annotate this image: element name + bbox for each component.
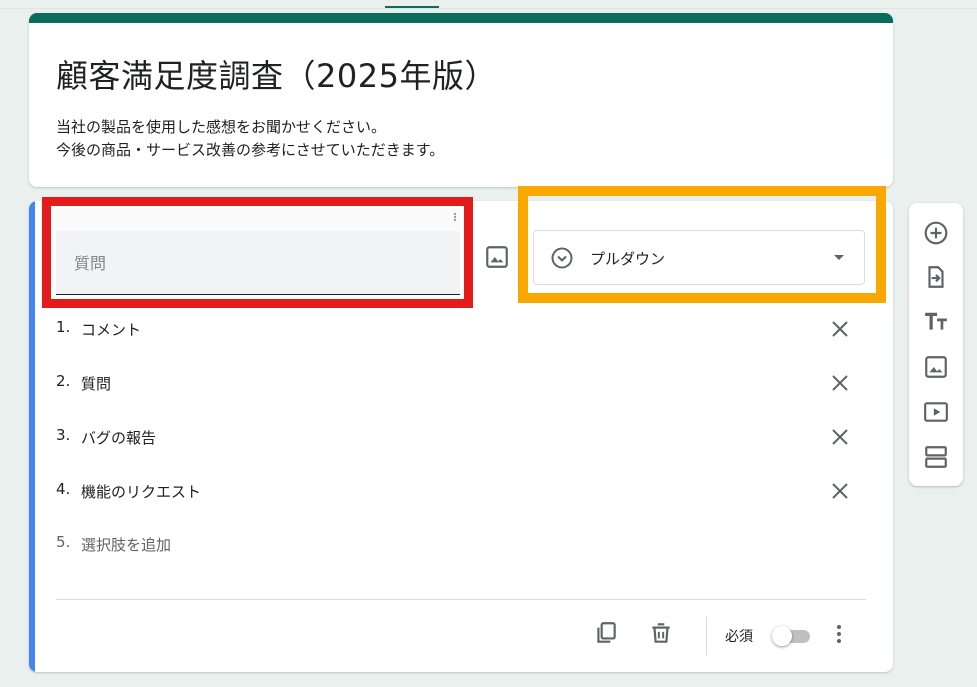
- option-text[interactable]: コメント: [81, 319, 141, 340]
- question-active-accent: [29, 201, 35, 672]
- footer-separator: [706, 617, 707, 655]
- trash-icon[interactable]: [648, 620, 674, 646]
- image-icon[interactable]: [923, 354, 949, 380]
- copy-icon[interactable]: [593, 620, 619, 646]
- option-row[interactable]: 3. バグの報告: [56, 422, 856, 452]
- option-text[interactable]: バグの報告: [81, 427, 156, 448]
- option-number: 4.: [56, 480, 71, 498]
- close-icon[interactable]: [828, 479, 852, 503]
- form-description[interactable]: 当社の製品を使用した感想をお聞かせください。 今後の商品・サービス改善の参考にさ…: [56, 116, 444, 162]
- required-label: 必須: [725, 629, 753, 645]
- import-icon[interactable]: [923, 264, 949, 290]
- option-number: 2.: [56, 372, 71, 390]
- form-description-line-2: 今後の商品・サービス改善の参考にさせていただきます。: [56, 141, 445, 159]
- close-icon[interactable]: [828, 371, 852, 395]
- video-icon[interactable]: [923, 399, 949, 425]
- side-toolbar: [909, 203, 963, 486]
- highlight-box-red: [42, 197, 473, 308]
- add-option-row[interactable]: 5. 選択肢を追加: [56, 529, 856, 559]
- footer-divider: [56, 599, 866, 600]
- top-tab-indicator: [385, 0, 439, 8]
- section-icon[interactable]: [923, 444, 949, 470]
- more-vert-icon[interactable]: [831, 622, 847, 646]
- close-icon[interactable]: [828, 317, 852, 341]
- title-icon[interactable]: [923, 309, 949, 335]
- option-number: 3.: [56, 426, 71, 444]
- toggle-thumb: [772, 626, 792, 646]
- form-description-line-1: 当社の製品を使用した感想をお聞かせください。: [56, 118, 387, 136]
- image-icon[interactable]: [484, 244, 510, 270]
- option-number: 5.: [56, 533, 71, 551]
- option-row[interactable]: 1. コメント: [56, 314, 856, 344]
- form-header-card: 顧客満足度調査（2025年版） 当社の製品を使用した感想をお聞かせください。 今…: [29, 13, 893, 187]
- add-circle-icon[interactable]: [923, 220, 949, 246]
- required-toggle[interactable]: [772, 626, 810, 646]
- option-number: 1.: [56, 318, 71, 336]
- option-row[interactable]: 4. 機能のリクエスト: [56, 476, 856, 506]
- add-option-button[interactable]: 選択肢を追加: [81, 534, 171, 555]
- header-accent-bar: [29, 13, 893, 23]
- form-title[interactable]: 顧客満足度調査（2025年版）: [56, 51, 497, 97]
- option-text[interactable]: 質問: [81, 373, 111, 394]
- top-divider: [0, 8, 977, 9]
- highlight-box-orange: [518, 186, 886, 303]
- option-text[interactable]: 機能のリクエスト: [81, 481, 201, 502]
- close-icon[interactable]: [828, 425, 852, 449]
- option-row[interactable]: 2. 質問: [56, 368, 856, 398]
